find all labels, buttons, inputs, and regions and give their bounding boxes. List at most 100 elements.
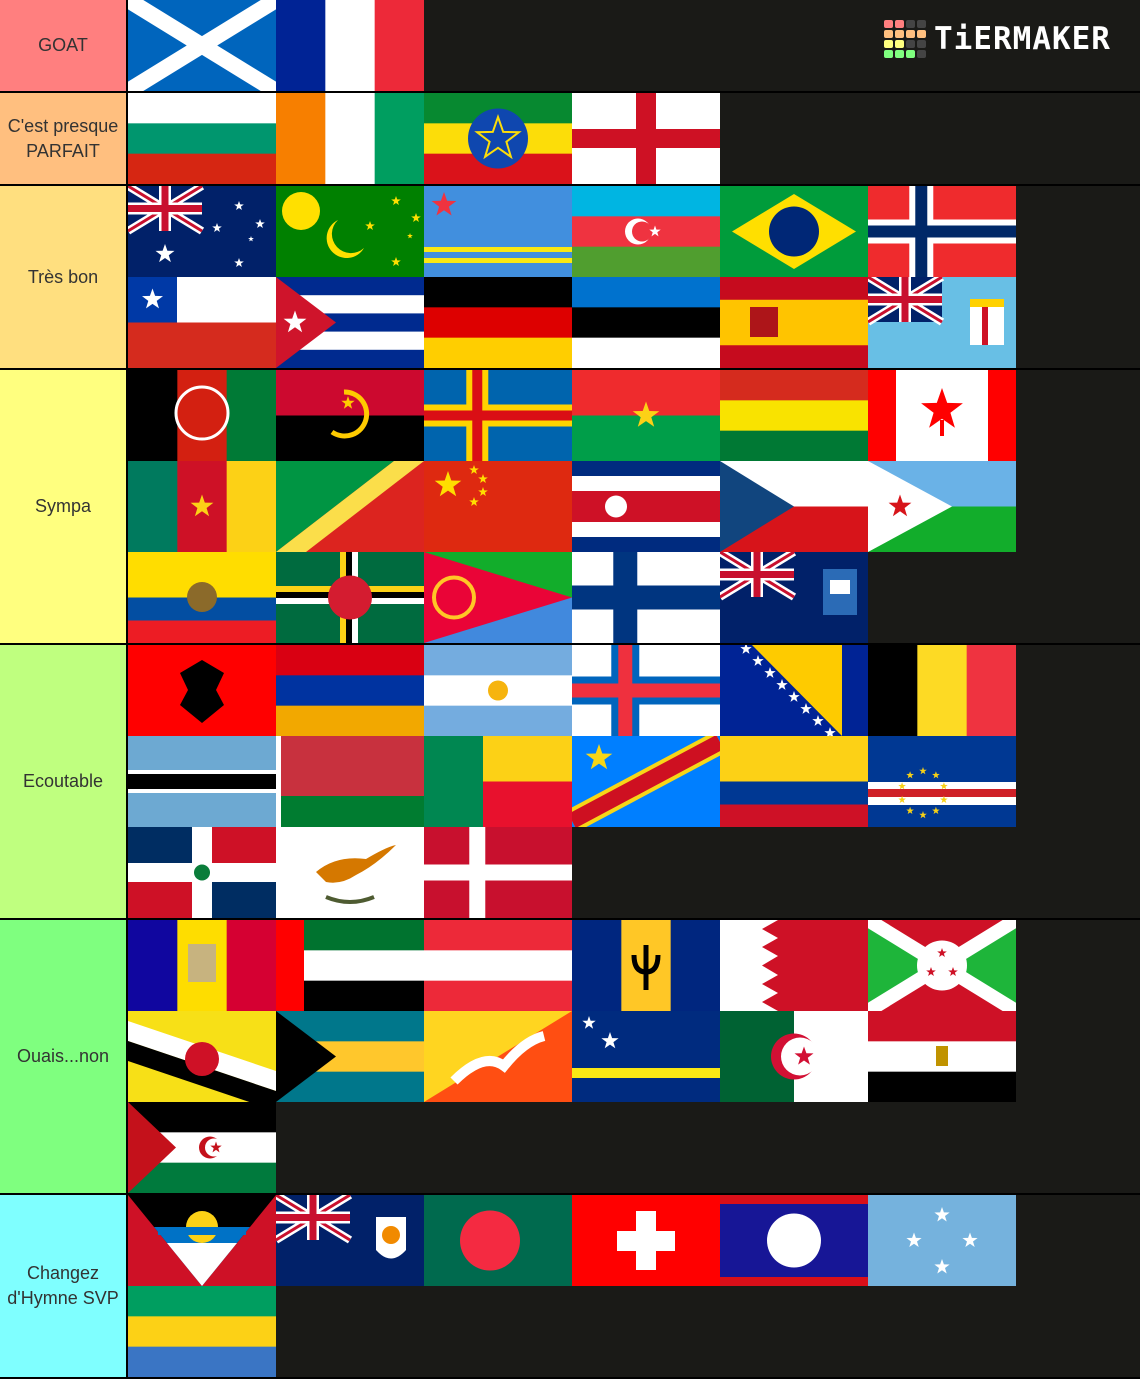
flag-belgium-icon[interactable] (868, 645, 1016, 736)
flag-cyprus-icon[interactable] (276, 827, 424, 918)
logo-grid-cell (917, 30, 926, 38)
flag-western-sahara-icon[interactable] (128, 1102, 276, 1193)
logo-text: TiERMAKER (934, 21, 1111, 57)
flag-czechia-icon[interactable] (720, 461, 868, 552)
logo-grid-cell (884, 50, 893, 58)
flag-aland-icon[interactable] (424, 370, 572, 461)
tier-items[interactable] (128, 370, 1140, 643)
tier-items[interactable] (128, 920, 1140, 1193)
flag-eritrea-icon[interactable] (424, 552, 572, 643)
flag-australia-icon[interactable] (128, 186, 276, 277)
flag-colombia-icon[interactable] (720, 736, 868, 827)
flag-estonia-icon[interactable] (572, 277, 720, 368)
flag-botswana-icon[interactable] (128, 736, 276, 827)
tier-label[interactable]: Ouais...non (0, 920, 128, 1193)
flag-argentina-icon[interactable] (424, 645, 572, 736)
tier-row: C'est presque PARFAIT (0, 93, 1140, 186)
flag-denmark-icon[interactable] (424, 827, 572, 918)
flag-bosnia-icon[interactable] (720, 645, 868, 736)
flag-curacao-icon[interactable] (572, 1011, 720, 1102)
tier-label[interactable]: GOAT (0, 0, 128, 91)
logo-grid-cell (895, 20, 904, 28)
flag-belize-icon[interactable] (720, 1195, 868, 1286)
tier-label[interactable]: C'est presque PARFAIT (0, 93, 128, 184)
flag-bulgaria-icon[interactable] (128, 93, 276, 184)
flag-bhutan-icon[interactable] (424, 1011, 572, 1102)
flag-albania-icon[interactable] (128, 645, 276, 736)
flag-ivory-coast-icon[interactable] (276, 93, 424, 184)
tier-items[interactable] (128, 1195, 1140, 1377)
tier-list-board: GOAT C'est presque PARFAIT Très bon Sympa Ec… (0, 0, 1140, 1379)
tier-items[interactable] (128, 186, 1140, 368)
flag-scotland-icon[interactable] (128, 0, 276, 91)
flag-bangladesh-icon[interactable] (424, 1195, 572, 1286)
flag-canada-icon[interactable] (868, 370, 1016, 461)
flag-england-icon[interactable] (572, 93, 720, 184)
flag-cuba-icon[interactable] (276, 277, 424, 368)
flag-egypt-icon[interactable] (868, 1011, 1016, 1102)
flag-chile-icon[interactable] (128, 277, 276, 368)
flag-cocos-islands-icon[interactable] (276, 186, 424, 277)
flag-micronesia-icon[interactable] (868, 1195, 1016, 1286)
flag-ecuador-icon[interactable] (128, 552, 276, 643)
flag-andorra-icon[interactable] (128, 920, 276, 1011)
flag-benin-icon[interactable] (424, 736, 572, 827)
logo-grid-cell (895, 30, 904, 38)
flag-cape-verde-icon[interactable] (868, 736, 1016, 827)
flag-faroe-islands-icon[interactable] (572, 645, 720, 736)
flag-dr-congo-icon[interactable] (572, 736, 720, 827)
flag-azerbaijan-icon[interactable] (572, 186, 720, 277)
flag-congo-icon[interactable] (276, 461, 424, 552)
logo-grid-icon (884, 20, 926, 58)
flag-afghanistan-icon[interactable] (128, 370, 276, 461)
flag-bahrain-icon[interactable] (720, 920, 868, 1011)
tier-items[interactable] (128, 93, 1140, 184)
tier-label[interactable]: Sympa (0, 370, 128, 643)
flag-bahamas-icon[interactable] (276, 1011, 424, 1102)
flag-burkina-faso-icon[interactable] (572, 370, 720, 461)
flag-anguilla-icon[interactable] (276, 1195, 424, 1286)
flag-uae-icon[interactable] (276, 920, 424, 1011)
flag-belarus-icon[interactable] (276, 736, 424, 827)
flag-cameroon-icon[interactable] (128, 461, 276, 552)
flag-barbados-icon[interactable] (572, 920, 720, 1011)
flag-austria-icon[interactable] (424, 920, 572, 1011)
flag-armenia-icon[interactable] (276, 645, 424, 736)
flag-brunei-icon[interactable] (128, 1011, 276, 1102)
flag-bolivia-icon[interactable] (720, 370, 868, 461)
tier-row: Très bon (0, 186, 1140, 370)
tier-label[interactable]: Changez d'Hymne SVP (0, 1195, 128, 1377)
tier-label[interactable]: Très bon (0, 186, 128, 368)
tier-items[interactable] (128, 645, 1140, 918)
tier-label[interactable]: Ecoutable (0, 645, 128, 918)
flag-ethiopia-icon[interactable] (424, 93, 572, 184)
logo-grid-cell (917, 50, 926, 58)
flag-costa-rica-icon[interactable] (572, 461, 720, 552)
flag-finland-icon[interactable] (572, 552, 720, 643)
flag-aruba-icon[interactable] (424, 186, 572, 277)
logo-grid-cell (906, 50, 915, 58)
tier-row: Changez d'Hymne SVP (0, 1195, 1140, 1379)
flag-fiji-icon[interactable] (868, 277, 1016, 368)
flag-dominican-republic-icon[interactable] (128, 827, 276, 918)
logo-grid-cell (884, 20, 893, 28)
flag-norway-icon[interactable] (868, 186, 1016, 277)
flag-france-icon[interactable] (276, 0, 424, 91)
logo-grid-cell (906, 20, 915, 28)
flag-spain-icon[interactable] (720, 277, 868, 368)
flag-switzerland-icon[interactable] (572, 1195, 720, 1286)
tier-row: Sympa (0, 370, 1140, 645)
flag-falkland-islands-icon[interactable] (720, 552, 868, 643)
flag-djibouti-icon[interactable] (868, 461, 1016, 552)
flag-burundi-icon[interactable] (868, 920, 1016, 1011)
flag-brazil-icon[interactable] (720, 186, 868, 277)
flag-dominica-icon[interactable] (276, 552, 424, 643)
flag-angola-icon[interactable] (276, 370, 424, 461)
flag-germany-icon[interactable] (424, 277, 572, 368)
flag-gabon-icon[interactable] (128, 1286, 276, 1377)
flag-china-icon[interactable] (424, 461, 572, 552)
logo-grid-cell (917, 20, 926, 28)
flag-algeria-icon[interactable] (720, 1011, 868, 1102)
logo-grid-cell (895, 40, 904, 48)
flag-antigua-icon[interactable] (128, 1195, 276, 1286)
